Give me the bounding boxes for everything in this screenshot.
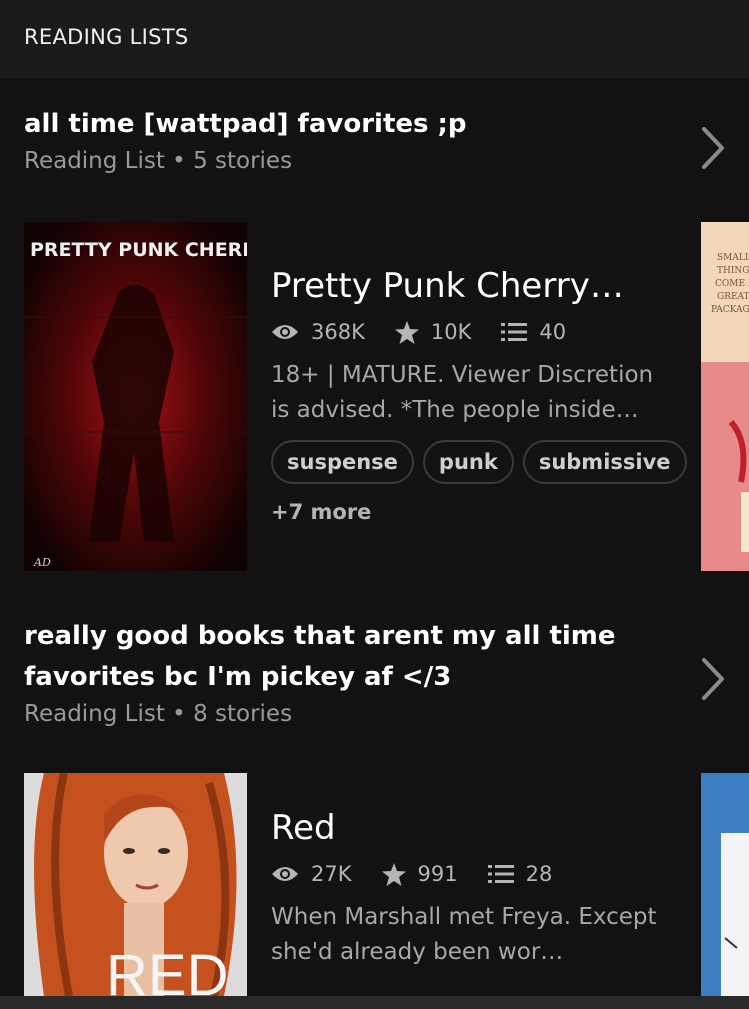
cover-title: RED	[106, 943, 228, 996]
story-stats: 368K 10K 40	[271, 320, 671, 344]
svg-text:THINGS: THINGS	[717, 266, 749, 276]
star-icon	[381, 862, 406, 886]
svg-text:GREAT: GREAT	[717, 292, 749, 302]
eye-icon	[272, 867, 298, 881]
chevron-right-icon[interactable]	[699, 657, 727, 701]
parts-count: 28	[525, 862, 553, 886]
svg-text:SMALL: SMALL	[717, 253, 749, 263]
votes-count: 991	[417, 862, 458, 886]
story-info[interactable]: Pretty Punk Cherry… 368K 10K 40 18+ | MA…	[271, 266, 687, 524]
star-icon	[394, 320, 419, 344]
story-info[interactable]: Red 27K 991 28 When Marshall met Freya. …	[271, 808, 671, 970]
reading-list-name[interactable]: really good books that arent my all time…	[24, 616, 684, 698]
reading-list-header-1[interactable]: all time [wattpad] favorites ;p Reading …	[24, 104, 684, 174]
story-stats: 27K 991 28	[271, 862, 671, 886]
svg-text:PACKAGE: PACKAGE	[711, 305, 749, 315]
page-title: READING LISTS	[24, 25, 189, 49]
story-cover[interactable]: RED	[24, 773, 247, 996]
top-bar: READING LISTS	[0, 0, 749, 78]
tag-punk[interactable]: punk	[422, 440, 514, 484]
more-tags-link[interactable]: +7 more	[271, 500, 671, 524]
tag-suspense[interactable]: suspense	[271, 440, 414, 484]
reading-list-meta: Reading List • 8 stories	[24, 701, 293, 727]
cover-title: PRETTY PUNK CHERRY	[30, 239, 247, 261]
next-story-cover[interactable]	[701, 773, 749, 996]
votes-count: 10K	[430, 320, 472, 344]
story-title[interactable]: Pretty Punk Cherry…	[271, 266, 671, 306]
bottom-divider	[0, 996, 749, 1009]
tag-submissive[interactable]: submissive	[522, 440, 687, 484]
list-icon	[487, 865, 514, 883]
story-description: When Marshall met Freya. Except she'd al…	[271, 904, 657, 965]
story-title[interactable]: Red	[271, 808, 671, 848]
cover-signature: AD	[33, 556, 51, 569]
eye-icon	[272, 325, 298, 339]
story-cover[interactable]: PRETTY PUNK CHERRY AD	[24, 222, 247, 571]
reading-list-name[interactable]: all time [wattpad] favorites ;p	[24, 104, 684, 145]
list-icon	[501, 323, 528, 341]
next-story-cover[interactable]: SMALL THINGS COME IN GREAT PACKAGE	[701, 222, 749, 571]
reading-list-header-2[interactable]: really good books that arent my all time…	[24, 616, 684, 727]
tag-list: suspense punk submissive	[271, 440, 687, 484]
reading-list-meta: Reading List • 5 stories	[24, 148, 293, 174]
parts-count: 40	[539, 320, 567, 344]
story-description: 18+ | MATURE. Viewer Discretion is advis…	[271, 362, 654, 423]
reads-count: 368K	[311, 320, 365, 344]
chevron-right-icon[interactable]	[699, 126, 727, 170]
reads-count: 27K	[311, 862, 352, 886]
svg-text:COME IN: COME IN	[715, 279, 749, 289]
